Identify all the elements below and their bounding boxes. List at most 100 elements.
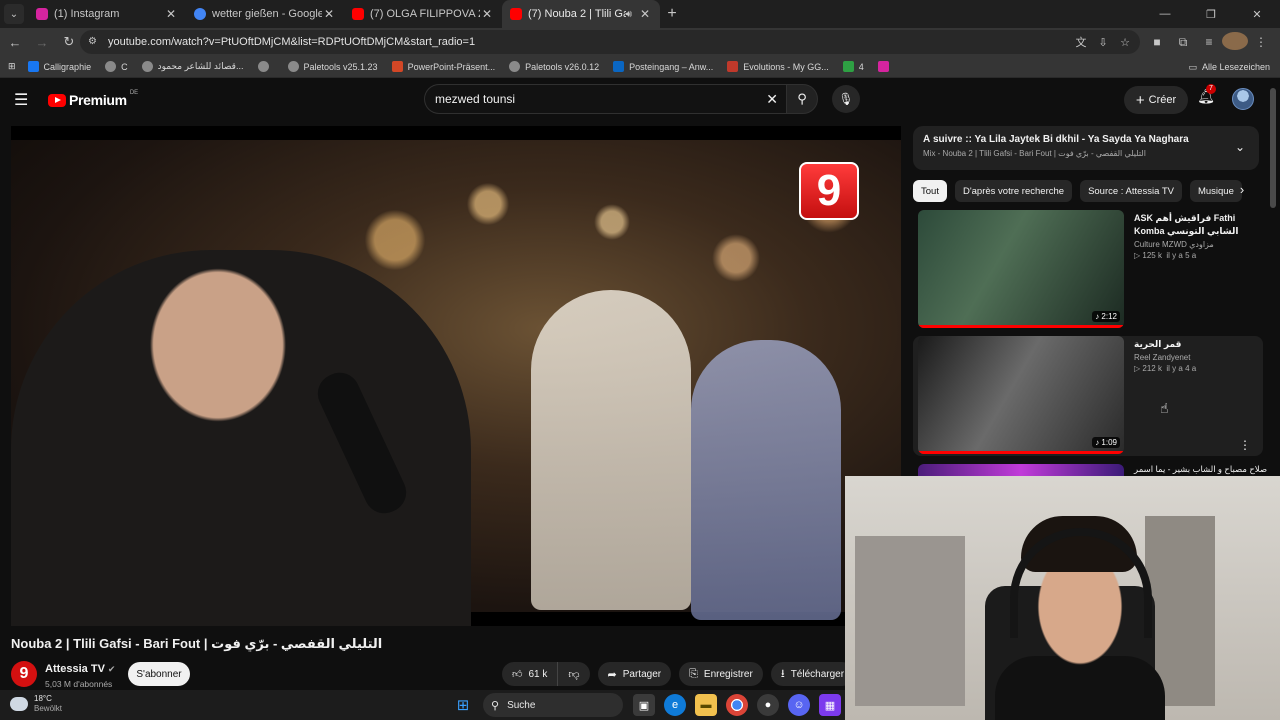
forward-button[interactable]: → [30, 30, 54, 54]
create-button[interactable]: + Créer [1124, 86, 1188, 114]
close-icon[interactable]: ✕ [164, 7, 178, 21]
close-icon[interactable]: ✕ [322, 7, 336, 21]
video-thumbnail[interactable]: ♪ 1:09 [918, 336, 1124, 454]
bookmark-star-icon[interactable]: ☆ [1114, 36, 1136, 49]
back-button[interactable]: ← [3, 30, 27, 54]
save-button[interactable]: ⎘ Enregistrer [679, 662, 763, 686]
file-explorer-icon[interactable]: ▬ [695, 694, 717, 716]
video-thumbnail[interactable]: ♪ 2:12 [918, 210, 1124, 328]
bookmark-item[interactable]: Paletools v26.0.12 [509, 61, 599, 72]
dislike-button[interactable]: 👎︎ [558, 662, 589, 686]
chip-search-based[interactable]: D'après votre recherche [954, 180, 1073, 202]
bookmark-item[interactable]: 4 [842, 61, 864, 72]
clear-search-icon[interactable]: ✕ [766, 91, 778, 108]
recommendation-title[interactable]: ASK فراقيش أهم Fathi Komba الشابي التونس… [1134, 212, 1258, 238]
extensions-puzzle-icon[interactable]: ⧉ [1170, 35, 1196, 50]
recommendation-channel[interactable]: Culture MZWD مزاودي [1134, 240, 1258, 249]
globe-icon [105, 61, 117, 72]
kebab-menu-icon[interactable]: ⋮ [1248, 35, 1274, 49]
browser-tab-active[interactable]: (7) Nouba 2 | Tlili Gafsi - Bari 🔊︎ ✕ [502, 0, 660, 28]
reload-button[interactable]: ↻ [57, 30, 81, 54]
bookmark-item[interactable]: PowerPoint-Präsent... [391, 61, 495, 72]
facebook-icon [27, 61, 39, 72]
edge-icon[interactable]: e [664, 694, 686, 716]
discord-icon[interactable]: ☺ [788, 694, 810, 716]
url-text[interactable]: youtube.com/watch?v=PtUOftDMjCM&list=RDP… [108, 36, 475, 48]
windows-start-icon[interactable]: ⊞ [452, 694, 474, 716]
recommendation-title[interactable]: قمر الحرية [1134, 338, 1258, 351]
bookmark-item[interactable]: قصائد للشاعر محمود... [141, 61, 244, 72]
recommendation-title[interactable]: صلاح مصباح و الشاب بشير - يما اسمر [1134, 464, 1267, 475]
search-input[interactable]: mezwed tounsi ✕ [424, 84, 786, 114]
chevron-right-icon[interactable]: › [1232, 182, 1252, 202]
youtube-icon [352, 8, 364, 20]
close-icon[interactable]: ✕ [480, 7, 494, 21]
minimize-button[interactable]: — [1142, 0, 1188, 28]
task-view-icon[interactable]: ▣ [633, 694, 655, 716]
taskbar-search[interactable]: ⚲ Suche [483, 693, 623, 717]
share-icon: ➦ [607, 668, 617, 681]
recommendation-item[interactable]: ♪ 1:09 قمر الحرية Reel Zandyenet ▷ 212 k… [913, 336, 1263, 456]
channel-name[interactable]: Attessia TV [45, 663, 105, 675]
tab-title: wetter gießen - Google Suche [212, 8, 322, 20]
video-player[interactable]: 9 [11, 126, 901, 626]
profile-avatar[interactable] [1222, 31, 1248, 53]
notifications-button[interactable]: 🔔︎ 7 [1196, 84, 1216, 110]
bookmark-item[interactable] [877, 61, 894, 72]
up-next-panel[interactable]: À suivre :: Ya Lila Jaytek Bi dkhil - Ya… [913, 126, 1259, 170]
extension-icon[interactable]: ■ [1144, 35, 1170, 49]
download-button[interactable]: ⭳ Télécharger [770, 662, 855, 686]
browser-tab[interactable]: wetter gießen - Google Suche ✕ [186, 0, 344, 28]
chevron-down-icon[interactable]: ⌄ [1235, 140, 1245, 154]
close-window-button[interactable]: ✕ [1234, 0, 1280, 28]
chip-all[interactable]: Tout [913, 180, 947, 202]
browser-tab[interactable]: (7) OLGA FILIPPOVA 2022 | Elgh ✕ [344, 0, 502, 28]
bookmark-item[interactable] [257, 61, 274, 72]
channel-watermark: 9 [799, 162, 859, 220]
bookmark-item[interactable]: Paletools v25.1.23 [287, 61, 378, 72]
instagram-icon [36, 8, 48, 20]
all-bookmarks[interactable]: ▭ Alle Lesezeichen [1188, 56, 1270, 78]
voice-search-button[interactable]: 🎙︎ [832, 85, 860, 113]
speaker-icon[interactable]: 🔊︎ [626, 9, 632, 20]
site-info-icon[interactable]: ⚙ [88, 36, 100, 48]
bookmark-icon: ⎘ [689, 667, 698, 680]
bookmark-item[interactable]: Calligraphie [27, 61, 91, 72]
video-singer [11, 250, 471, 626]
chrome-icon[interactable] [726, 694, 748, 716]
more-options-icon[interactable]: ⋮ [1239, 438, 1251, 452]
chip-source[interactable]: Source : Attessia TV [1080, 180, 1182, 202]
weather-widget[interactable]: 18°C Bewölkt [10, 694, 62, 714]
video-figure [691, 340, 841, 620]
recommendation-item[interactable]: ♪ 2:12 ASK فراقيش أهم Fathi Komba الشابي… [913, 210, 1263, 330]
like-button[interactable]: 👍︎ 61 k [502, 662, 559, 686]
app-grid-icon[interactable]: ▦ [819, 694, 841, 716]
bookmark-item[interactable]: C [105, 61, 128, 72]
restore-button[interactable]: ❐ [1188, 0, 1234, 28]
omnibox[interactable]: ⚙ youtube.com/watch?v=PtUOftDMjCM&list=R… [80, 30, 1140, 54]
folder-icon: ▭ [1188, 61, 1197, 72]
subscribe-button[interactable]: S'abonner [128, 662, 190, 686]
search-icon: ⚲ [797, 91, 807, 106]
channel-avatar[interactable]: 9 [11, 661, 37, 687]
app-icon[interactable]: ● [757, 694, 779, 716]
recommendation-channel[interactable]: Reel Zandyenet [1134, 353, 1258, 362]
new-tab-button[interactable]: + [660, 5, 684, 23]
browser-tab[interactable]: (1) Instagram ✕ [28, 0, 186, 28]
tab-search-button[interactable]: ⌄ [4, 4, 24, 24]
install-app-icon[interactable]: ⇩ [1092, 36, 1114, 49]
globe-icon [287, 61, 299, 72]
share-button[interactable]: ➦ Partager [597, 662, 672, 686]
search-button[interactable]: ⚲ [786, 84, 818, 114]
bookmark-item[interactable]: Posteingang – Anw... [613, 61, 713, 72]
hamburger-menu-icon[interactable]: ☰ [14, 90, 34, 110]
translate-icon[interactable]: 文 [1070, 34, 1092, 50]
bookmark-item[interactable]: Evolutions - My GG... [727, 61, 829, 72]
apps-grid-icon[interactable]: ⊞ [8, 61, 16, 72]
page-scrollbar[interactable] [1270, 88, 1276, 208]
reading-list-icon[interactable]: ≡ [1196, 35, 1222, 49]
account-avatar[interactable] [1232, 88, 1254, 110]
video-owner: 9 Attessia TV ✔ 5,03 M d'abonnés [11, 660, 115, 689]
close-icon[interactable]: ✕ [638, 7, 652, 21]
youtube-premium-logo[interactable]: Premium DE [48, 90, 138, 108]
